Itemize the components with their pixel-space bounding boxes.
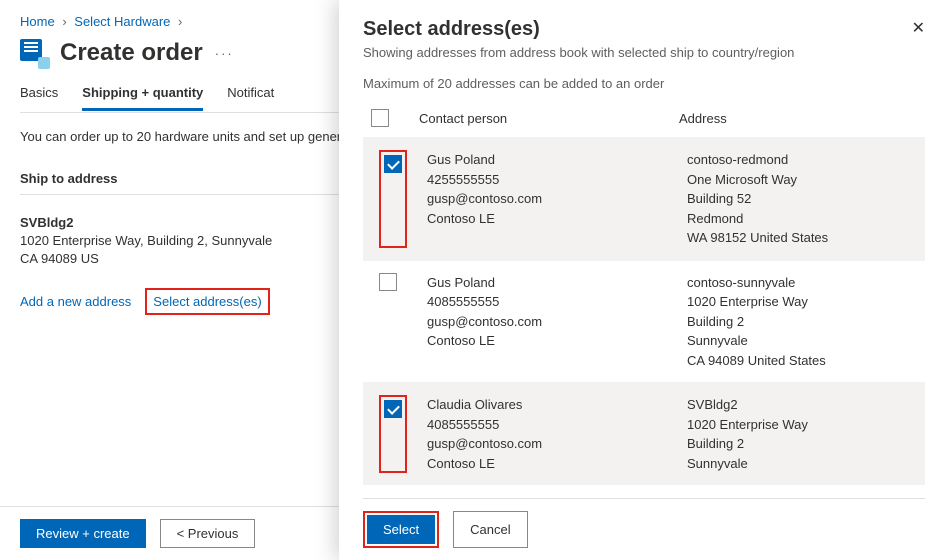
add-address-link[interactable]: Add a new address [20, 294, 131, 309]
address-cell: contoso-sunnyvale1020 Enterprise WayBuil… [687, 273, 917, 371]
tab-shipping[interactable]: Shipping + quantity [82, 85, 203, 111]
cancel-button[interactable]: Cancel [453, 511, 527, 548]
panel-footer: Select Cancel [363, 498, 925, 560]
review-create-button[interactable]: Review + create [20, 519, 146, 548]
tab-notifications[interactable]: Notificat [227, 85, 274, 111]
select-address-panel: Select address(es) Showing addresses fro… [339, 0, 949, 560]
previous-button[interactable]: < Previous [160, 519, 256, 548]
panel-subtitle: Showing addresses from address book with… [363, 45, 794, 60]
contact-cell: Claudia Olivares4085555555gusp@contoso.c… [427, 395, 687, 473]
highlight-box: Select address(es) [145, 288, 269, 315]
contact-cell: Gus Poland4085555555gusp@contoso.comCont… [427, 273, 687, 371]
chevron-right-icon: › [178, 14, 182, 29]
breadcrumb-hardware[interactable]: Select Hardware [74, 14, 170, 29]
address-checkbox[interactable] [384, 400, 402, 418]
column-contact: Contact person [419, 111, 679, 126]
address-row[interactable]: Claudia Olivares4085555555gusp@contoso.c… [363, 382, 925, 485]
breadcrumb-home[interactable]: Home [20, 14, 55, 29]
select-addresses-link[interactable]: Select address(es) [153, 294, 261, 309]
address-list-header: Contact person Address [363, 91, 925, 137]
panel-note: Maximum of 20 addresses can be added to … [363, 76, 925, 91]
tab-basics[interactable]: Basics [20, 85, 58, 111]
page-title: Create order [60, 39, 203, 67]
address-cell: SVBldg21020 Enterprise WayBuilding 2Sunn… [687, 395, 917, 473]
address-checkbox[interactable] [384, 155, 402, 173]
address-cell: contoso-redmondOne Microsoft WayBuilding… [687, 150, 917, 248]
address-checkbox[interactable] [379, 273, 397, 291]
contact-cell: Gus Poland4255555555gusp@contoso.comCont… [427, 150, 687, 248]
highlight-box [379, 395, 407, 473]
address-row[interactable]: Gus Poland4255555555gusp@contoso.comCont… [363, 137, 925, 260]
more-button[interactable]: ··· [215, 46, 234, 61]
select-button[interactable]: Select [367, 515, 435, 544]
select-all-checkbox[interactable] [371, 109, 389, 127]
panel-title: Select address(es) [363, 18, 794, 41]
highlight-box: Select [363, 511, 439, 548]
close-icon[interactable]: ✕ [912, 18, 925, 38]
chevron-right-icon: › [62, 14, 66, 29]
address-list: Gus Poland4255555555gusp@contoso.comCont… [363, 137, 925, 485]
column-address: Address [679, 111, 925, 126]
highlight-box [379, 150, 407, 248]
order-icon [20, 39, 48, 67]
address-row[interactable]: Gus Poland4085555555gusp@contoso.comCont… [363, 260, 925, 383]
